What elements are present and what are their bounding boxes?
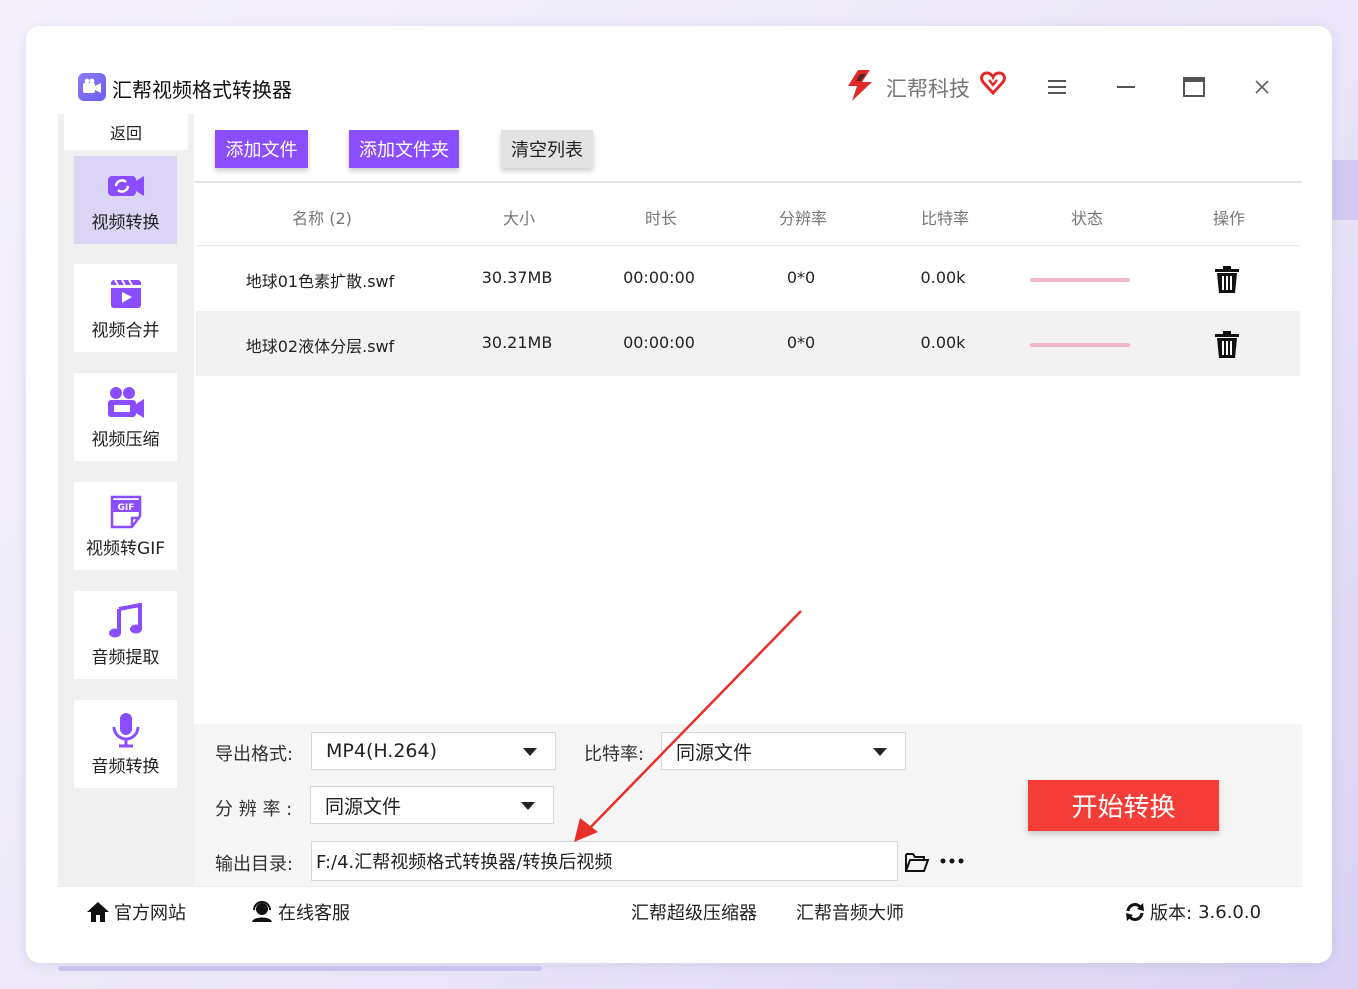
title-bar: 汇帮视频格式转换器 汇帮科技 <box>58 52 1302 114</box>
resolution-select[interactable]: 同源文件 <box>310 786 554 824</box>
more-options-icon[interactable] <box>940 857 964 865</box>
output-dir-label: 输出目录: <box>215 854 294 875</box>
video-merge-icon <box>110 278 141 308</box>
file-resolution: 0*0 <box>786 268 816 287</box>
sidebar-item-label: 视频转换 <box>91 212 160 233</box>
video-convert-icon <box>107 175 144 196</box>
add-folder-button[interactable]: 添加文件夹 <box>349 130 459 168</box>
file-name: 地球02液体分层.swf <box>245 337 395 356</box>
format-label: 导出格式: <box>215 744 294 765</box>
back-button[interactable]: 返回 <box>64 114 188 150</box>
file-name: 地球01色素扩散.swf <box>245 272 395 291</box>
output-settings-panel: 导出格式: MP4(H.264) 比特率: 同源文件 分 辨 率 : 同源文件 … <box>194 724 1302 886</box>
file-table: 名称 (2) 大小 时长 分辨率 比特率 状态 操作 地球01色素扩散.swf … <box>196 183 1300 376</box>
audio-master-link[interactable]: 汇帮音频大师 <box>796 899 904 925</box>
clear-list-button[interactable]: 清空列表 <box>501 130 593 168</box>
file-bitrate: 0.00k <box>920 268 966 287</box>
minimize-icon[interactable] <box>1111 72 1141 102</box>
chevron-down-icon <box>523 748 537 756</box>
file-bitrate: 0.00k <box>920 333 966 352</box>
sidebar-item-video-convert[interactable]: 视频转换 <box>74 156 177 244</box>
sidebar-item-video-merge[interactable]: 视频合并 <box>74 264 177 352</box>
table-row[interactable]: 地球02液体分层.swf 30.21MB 00:00:00 0*0 0.00k <box>196 311 1300 376</box>
sidebar-item-audio-convert[interactable]: 音频转换 <box>74 700 177 788</box>
official-website-link[interactable]: 官方网站 <box>86 899 186 925</box>
version-label: 版本: <box>1150 903 1193 924</box>
music-note-icon <box>108 602 142 637</box>
gif-icon: GIF <box>110 495 141 528</box>
start-convert-button[interactable]: 开始转换 <box>1028 780 1219 831</box>
resolution-select-value: 同源文件 <box>325 795 402 818</box>
file-duration: 00:00:00 <box>623 268 695 287</box>
microphone-icon <box>112 712 139 747</box>
chevron-down-icon <box>873 748 887 756</box>
footer-bar: 官方网站 在线客服 汇帮超级压缩器 汇帮音频大师 版本: 3.6.0.0 <box>58 886 1302 933</box>
sidebar: 返回 视频转换 视频合并 视频压缩 GIF 视频转GIF 音频提取 音频转换 <box>58 114 194 886</box>
column-header-resolution[interactable]: 分辨率 <box>779 205 827 229</box>
bitrate-select-value: 同源文件 <box>676 741 753 764</box>
column-header-duration[interactable]: 时长 <box>645 205 677 229</box>
home-icon <box>87 902 109 922</box>
sidebar-item-label: 音频提取 <box>91 647 160 668</box>
status-progress-bar <box>1030 278 1130 282</box>
support-agent-icon <box>252 901 272 922</box>
column-header-size[interactable]: 大小 <box>503 205 535 229</box>
online-support-label: 在线客服 <box>278 903 350 924</box>
sidebar-item-label: 视频合并 <box>91 320 160 341</box>
sidebar-item-label: 视频转GIF <box>86 538 165 559</box>
chevron-down-icon <box>521 802 535 810</box>
folder-open-icon[interactable] <box>904 851 930 873</box>
version-info[interactable]: 版本: 3.6.0.0 <box>1124 899 1261 925</box>
video-compress-icon <box>107 386 144 418</box>
column-header-bitrate[interactable]: 比特率 <box>921 205 969 229</box>
table-header: 名称 (2) 大小 时长 分辨率 比特率 状态 操作 <box>196 183 1300 246</box>
format-select[interactable]: MP4(H.264) <box>311 732 556 770</box>
brand-logo-icon <box>848 70 872 101</box>
app-title: 汇帮视频格式转换器 <box>112 78 292 102</box>
file-size: 30.21MB <box>481 333 553 352</box>
delete-trash-icon[interactable] <box>1214 266 1240 294</box>
horizontal-scrollbar[interactable] <box>58 966 542 971</box>
resolution-label: 分 辨 率 : <box>215 799 293 820</box>
sidebar-item-label: 视频压缩 <box>91 429 160 450</box>
vip-heart-icon[interactable] <box>980 70 1006 96</box>
app-window: 汇帮视频格式转换器 汇帮科技 返回 视频转换 视频合并 视频压缩 GIF 视频转… <box>58 52 1302 933</box>
format-select-value: MP4(H.264) <box>326 740 438 762</box>
app-logo-icon <box>78 73 106 101</box>
table-row[interactable]: 地球01色素扩散.swf 30.37MB 00:00:00 0*0 0.00k <box>196 246 1300 311</box>
file-resolution: 0*0 <box>786 333 816 352</box>
output-path-input[interactable]: F:/4.汇帮视频格式转换器/转换后视频 <box>311 841 898 881</box>
close-icon[interactable] <box>1247 72 1277 102</box>
status-progress-bar <box>1030 343 1130 347</box>
sidebar-item-label: 音频转换 <box>91 756 160 777</box>
delete-trash-icon[interactable] <box>1214 331 1240 359</box>
maximize-icon[interactable] <box>1179 72 1209 102</box>
online-support-link[interactable]: 在线客服 <box>250 899 350 925</box>
version-value: 3.6.0.0 <box>1198 901 1262 923</box>
file-duration: 00:00:00 <box>623 333 695 352</box>
bitrate-select[interactable]: 同源文件 <box>661 732 906 770</box>
brand-name: 汇帮科技 <box>886 77 970 101</box>
super-compressor-link[interactable]: 汇帮超级压缩器 <box>631 899 757 925</box>
svg-text:GIF: GIF <box>117 503 134 513</box>
refresh-icon <box>1126 903 1144 921</box>
sidebar-item-video-gif[interactable]: GIF 视频转GIF <box>74 482 177 570</box>
bitrate-label: 比特率: <box>584 744 645 765</box>
sidebar-item-audio-extract[interactable]: 音频提取 <box>74 591 177 679</box>
add-file-button[interactable]: 添加文件 <box>215 130 308 168</box>
column-header-action: 操作 <box>1212 209 1246 228</box>
menu-icon[interactable] <box>1042 72 1072 102</box>
column-header-name[interactable]: 名称 (2) <box>292 205 352 229</box>
file-size: 30.37MB <box>481 268 553 287</box>
column-header-status: 状态 <box>1070 209 1104 228</box>
sidebar-item-video-compress[interactable]: 视频压缩 <box>74 373 177 461</box>
official-website-label: 官方网站 <box>114 903 186 924</box>
